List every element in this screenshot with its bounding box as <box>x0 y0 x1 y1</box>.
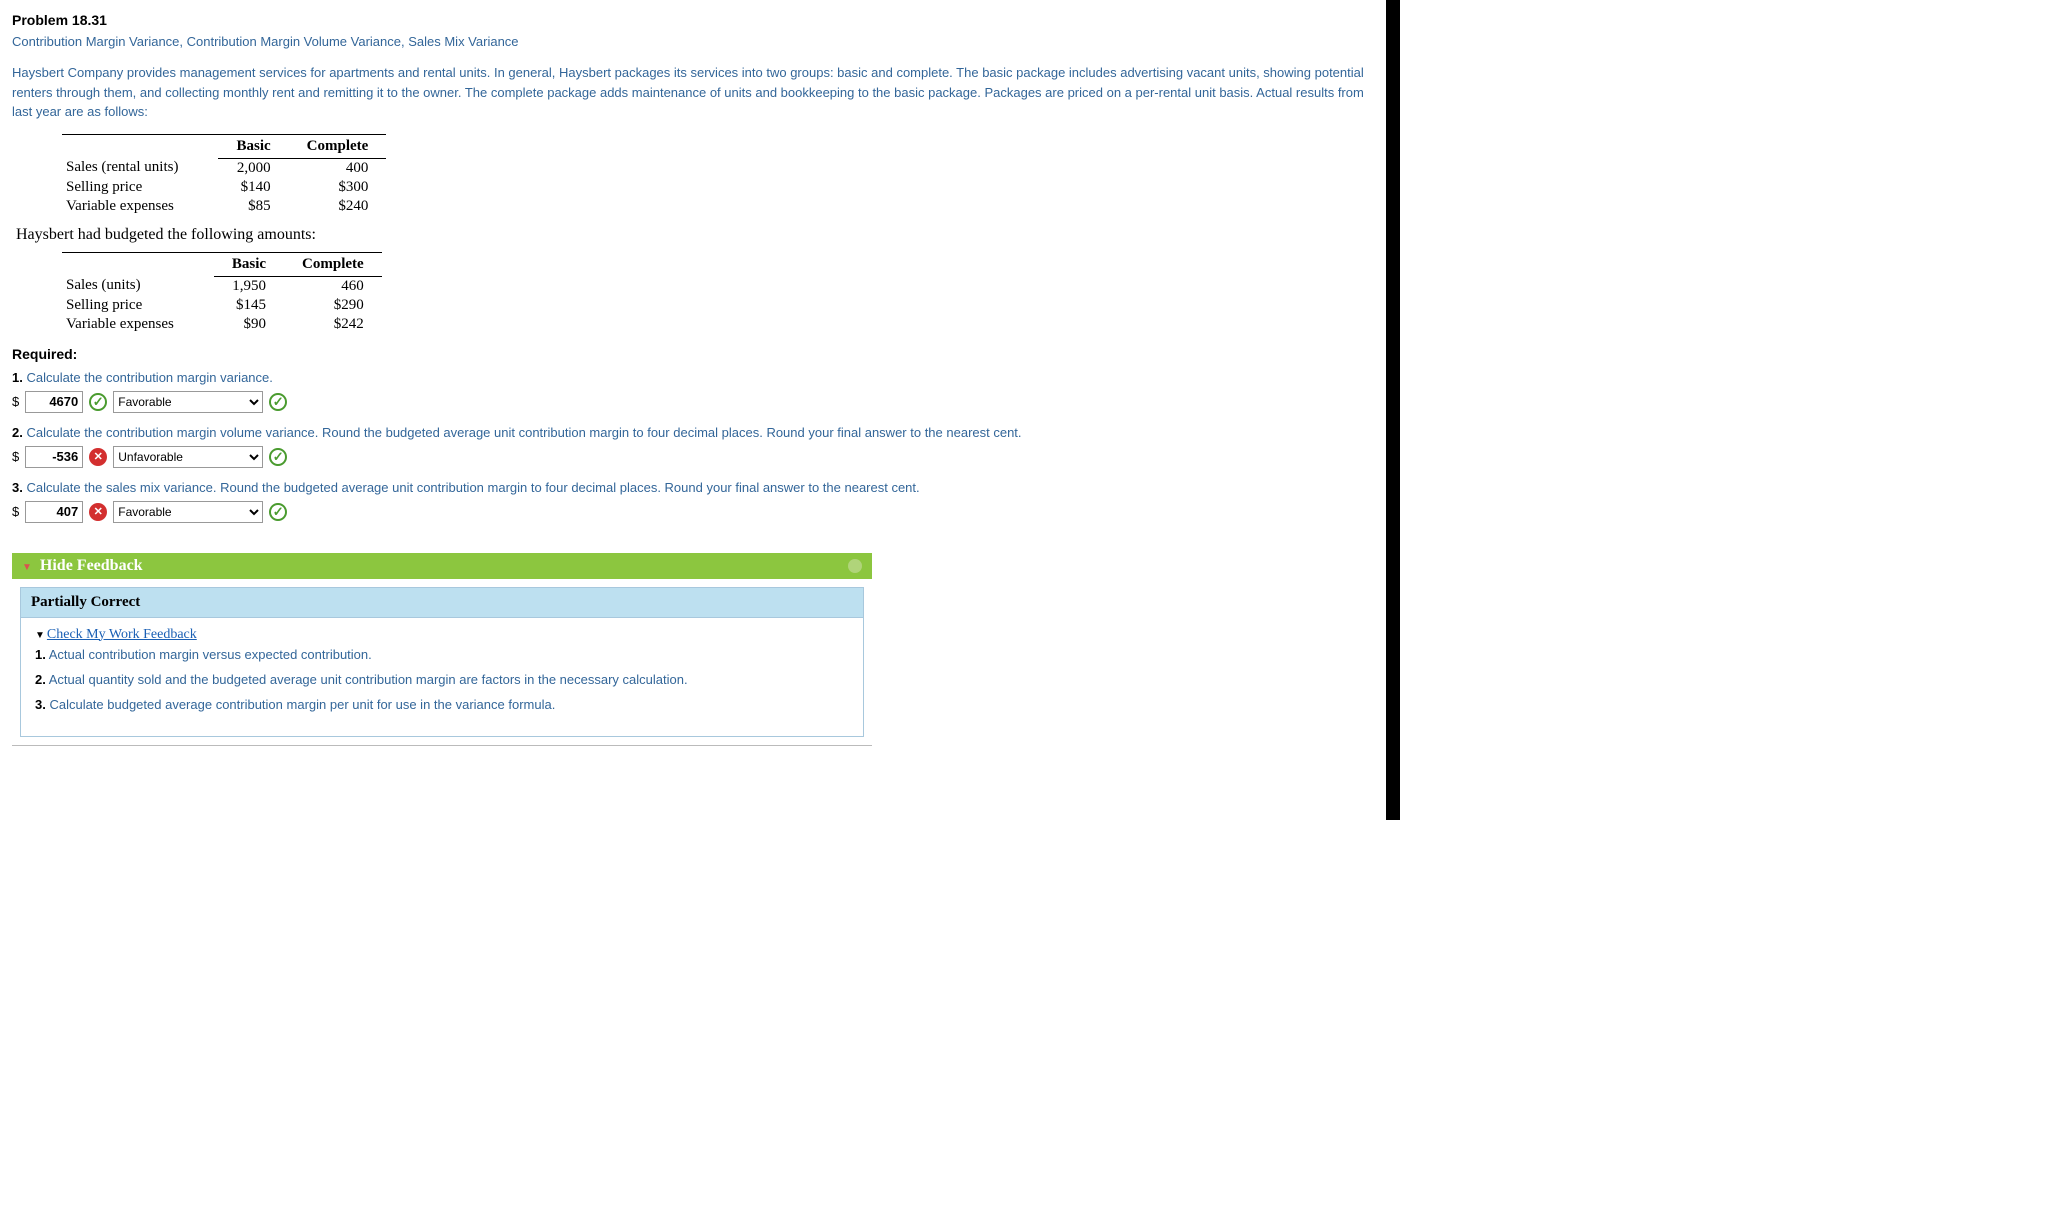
feedback-panel: ▼ Hide Feedback Partially Correct ▼Check… <box>12 553 872 746</box>
answer-row-2: $ Unfavorable <box>12 446 1374 468</box>
col-basic: Basic <box>214 252 284 276</box>
cell: $145 <box>214 296 284 315</box>
answer-row-1: $ Favorable <box>12 391 1374 413</box>
cell: 2,000 <box>218 158 288 178</box>
q2-number: 2. <box>12 425 23 440</box>
cell: 400 <box>289 158 387 178</box>
row-label: Sales (rental units) <box>62 158 218 178</box>
required-label: Required: <box>12 346 1374 362</box>
row-label: Variable expenses <box>62 315 214 334</box>
feedback-body: Partially Correct ▼Check My Work Feedbac… <box>20 587 864 737</box>
q1-number: 1. <box>12 370 23 385</box>
q3-number: 3. <box>12 480 23 495</box>
feedback-status: Partially Correct <box>21 588 863 618</box>
row-label: Selling price <box>62 296 214 315</box>
question-3: 3. Calculate the sales mix variance. Rou… <box>12 480 1374 495</box>
problem-subtitle: Contribution Margin Variance, Contributi… <box>12 34 1374 49</box>
check-icon <box>269 503 287 521</box>
q2-variance-select[interactable]: Unfavorable <box>113 446 263 468</box>
feedback-item: 3. Calculate budgeted average contributi… <box>35 697 849 712</box>
q1-text: Calculate the contribution margin varian… <box>23 370 273 385</box>
col-complete: Complete <box>284 252 382 276</box>
budget-intro: Haysbert had budgeted the following amou… <box>16 226 1374 244</box>
row-label: Sales (units) <box>62 276 214 296</box>
cross-icon <box>89 503 107 521</box>
cell: $90 <box>214 315 284 334</box>
cell: $240 <box>289 197 387 216</box>
dollar-sign: $ <box>12 449 19 464</box>
feedback-item: 1. Actual contribution margin versus exp… <box>35 647 849 662</box>
problem-title: Problem 18.31 <box>12 12 1374 28</box>
cell: $290 <box>284 296 382 315</box>
cell: $85 <box>218 197 288 216</box>
row-label: Variable expenses <box>62 197 218 216</box>
q3-answer-input[interactable] <box>25 501 83 523</box>
col-basic: Basic <box>218 134 288 158</box>
triangle-down-icon: ▼ <box>35 630 45 641</box>
cell: 1,950 <box>214 276 284 296</box>
check-icon <box>269 448 287 466</box>
dollar-sign: $ <box>12 504 19 519</box>
page: Problem 18.31 Contribution Margin Varian… <box>0 0 1400 820</box>
cross-icon <box>89 448 107 466</box>
q3-text: Calculate the sales mix variance. Round … <box>23 480 920 495</box>
q1-answer-input[interactable] <box>25 391 83 413</box>
check-my-work-link[interactable]: ▼Check My Work Feedback <box>35 627 197 642</box>
q3-variance-select[interactable]: Favorable <box>113 501 263 523</box>
cell: $242 <box>284 315 382 334</box>
dollar-sign: $ <box>12 394 19 409</box>
actual-results-table: Basic Complete Sales (rental units) 2,00… <box>62 134 386 216</box>
check-icon <box>269 393 287 411</box>
feedback-header-label: Hide Feedback <box>40 557 143 574</box>
problem-intro: Haysbert Company provides management ser… <box>12 63 1374 122</box>
triangle-down-icon: ▼ <box>22 562 32 573</box>
question-2: 2. Calculate the contribution margin vol… <box>12 425 1374 440</box>
q1-variance-select[interactable]: Favorable <box>113 391 263 413</box>
pencil-icon[interactable] <box>848 559 862 573</box>
q2-text: Calculate the contribution margin volume… <box>23 425 1022 440</box>
question-1: 1. Calculate the contribution margin var… <box>12 370 1374 385</box>
feedback-content: ▼Check My Work Feedback 1. Actual contri… <box>21 618 863 736</box>
cell: $300 <box>289 178 387 197</box>
budget-table: Basic Complete Sales (units) 1,950 460 S… <box>62 252 382 334</box>
feedback-item: 2. Actual quantity sold and the budgeted… <box>35 672 849 687</box>
cell: 460 <box>284 276 382 296</box>
q2-answer-input[interactable] <box>25 446 83 468</box>
col-complete: Complete <box>289 134 387 158</box>
check-icon <box>89 393 107 411</box>
cell: $140 <box>218 178 288 197</box>
row-label: Selling price <box>62 178 218 197</box>
feedback-header[interactable]: ▼ Hide Feedback <box>12 553 872 579</box>
answer-row-3: $ Favorable <box>12 501 1374 523</box>
